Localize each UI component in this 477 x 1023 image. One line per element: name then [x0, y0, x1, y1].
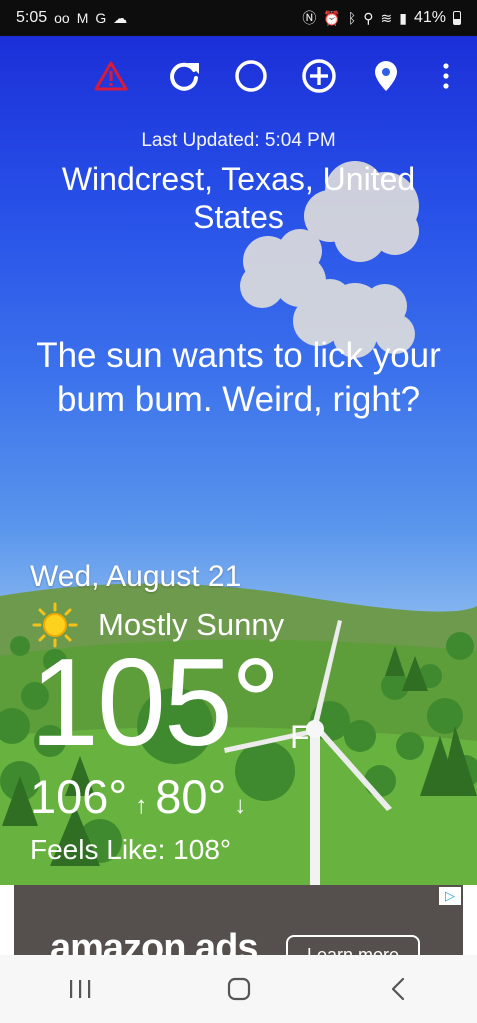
location-status-icon: ⚲ — [363, 10, 374, 26]
alarm-icon: ⏰ — [323, 10, 341, 26]
recents-icon — [69, 980, 90, 998]
low-temp: 80° — [155, 770, 227, 823]
home-icon — [227, 977, 250, 1001]
location-pin-icon — [375, 61, 397, 91]
feels-like: Feels Like: 108° — [30, 834, 232, 865]
home-button[interactable] — [209, 969, 269, 1009]
system-nav-bar — [0, 955, 477, 1023]
arrow-up-icon: ↑ — [135, 792, 148, 819]
high-low-row: 106° ↑ 80° ↓ — [30, 769, 246, 824]
forecast-date: Wed, August 21 — [30, 560, 242, 593]
back-button[interactable] — [368, 969, 428, 1009]
back-icon — [391, 977, 404, 1001]
status-right: Ⓝ ⏰ ᛒ ⚲ ≋ ▮ 41% — [302, 9, 461, 27]
last-updated: Last Updated: 5:04 PM — [141, 130, 336, 151]
ad-margin-right — [463, 885, 477, 955]
more-options-button[interactable] — [426, 56, 466, 96]
signal-icon: ▮ — [399, 10, 407, 26]
status-left: 5:05 oo M G ☁ — [16, 9, 127, 27]
theme-icon — [235, 60, 267, 92]
location-pin-button[interactable] — [366, 56, 406, 96]
high-temp: 106° — [30, 770, 128, 823]
status-time: 5:05 — [16, 9, 48, 26]
gmail-icon: M — [76, 10, 89, 26]
refresh-button[interactable] — [164, 56, 204, 96]
add-location-icon — [302, 59, 336, 93]
ad-brand: amazon ads — [50, 927, 259, 955]
ad-banner[interactable]: amazon ads Learn more ▷ — [14, 885, 463, 955]
battery-icon — [453, 11, 461, 25]
bluetooth-icon: ᛒ — [347, 10, 357, 26]
ad-cta-button[interactable]: Learn more — [286, 935, 420, 955]
weather-quip: The sun wants to lick your bum bum. Weir… — [36, 336, 441, 419]
warning-icon — [94, 61, 128, 91]
add-location-button[interactable] — [299, 56, 339, 96]
weather-toolbar — [0, 56, 477, 96]
arrow-down-icon: ↓ — [234, 792, 247, 819]
nfc-icon: Ⓝ — [302, 10, 317, 26]
more-icon — [443, 63, 449, 89]
voicemail-icon: oo — [54, 10, 70, 26]
theme-button[interactable] — [231, 56, 271, 96]
refresh-icon — [170, 62, 199, 91]
weather-scene: Last Updated: 5:04 PM Windcrest, Texas, … — [0, 36, 477, 885]
ad-margin-left — [0, 885, 14, 955]
current-temperature: 105° — [30, 634, 280, 772]
status-bar: 5:05 oo M G ☁ Ⓝ ⏰ ᛒ ⚲ ≋ ▮ 41% — [0, 0, 477, 36]
recents-button[interactable] — [50, 969, 110, 1009]
location-name[interactable]: Windcrest, Texas, United States — [40, 160, 437, 236]
ad-choices-icon[interactable]: ▷ — [439, 887, 461, 905]
google-icon: G — [95, 10, 107, 26]
battery-percent: 41% — [413, 9, 446, 26]
warning-button[interactable] — [91, 56, 131, 96]
wifi-icon: ≋ — [380, 10, 393, 26]
cloud-icon: ☁ — [113, 10, 128, 26]
temperature-unit[interactable]: F — [290, 719, 310, 756]
